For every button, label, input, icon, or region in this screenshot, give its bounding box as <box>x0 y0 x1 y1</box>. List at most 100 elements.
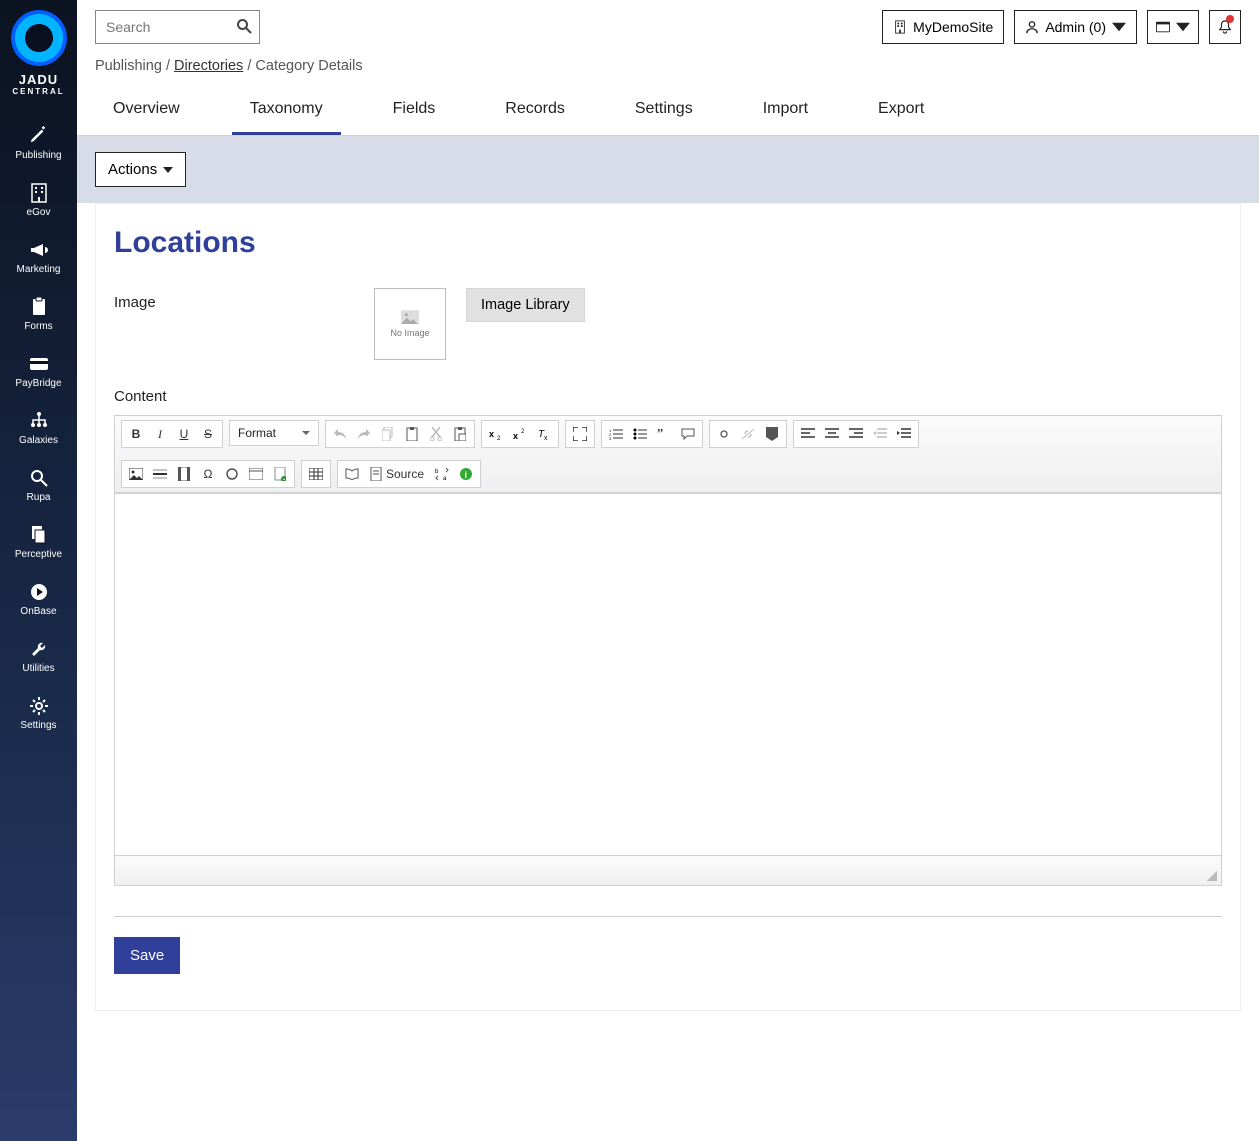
special-char-button[interactable]: Ω <box>196 463 220 485</box>
image-library-button[interactable]: Image Library <box>466 288 585 322</box>
sidebar-item-onbase[interactable]: OnBase <box>0 570 77 627</box>
tab-fields[interactable]: Fields <box>375 88 454 135</box>
iframe-button[interactable] <box>244 463 268 485</box>
align-left-button[interactable] <box>796 423 820 445</box>
logo <box>11 10 67 66</box>
info-button[interactable]: i <box>454 463 478 485</box>
sidebar-item-egov[interactable]: eGov <box>0 171 77 228</box>
bold-button[interactable]: B <box>124 423 148 445</box>
sidebar-item-settings[interactable]: Settings <box>0 684 77 741</box>
paste-button[interactable] <box>400 423 424 445</box>
sidebar-item-paybridge[interactable]: PayBridge <box>0 342 77 399</box>
source-icon <box>370 467 382 481</box>
undo-button[interactable] <box>328 423 352 445</box>
actions-bar: Actions <box>77 136 1259 203</box>
align-center-button[interactable] <box>820 423 844 445</box>
sidebar-item-perceptive[interactable]: Perceptive <box>0 513 77 570</box>
sidebar-item-label: Publishing <box>15 150 61 161</box>
wrench-icon <box>29 639 49 659</box>
underline-button[interactable]: U <box>172 423 196 445</box>
format-select[interactable]: Format <box>229 420 319 446</box>
format-label: Format <box>238 426 276 440</box>
user-menu-button[interactable]: Admin (0) <box>1014 10 1137 44</box>
sidebar-item-marketing[interactable]: Marketing <box>0 228 77 285</box>
svg-text:2: 2 <box>521 429 525 435</box>
sidebar-item-utilities[interactable]: Utilities <box>0 627 77 684</box>
no-image-icon <box>401 310 419 324</box>
sidebar-item-forms[interactable]: Forms <box>0 285 77 342</box>
apps-menu-button[interactable] <box>1147 10 1199 44</box>
building-icon <box>893 20 907 34</box>
image-button[interactable] <box>124 463 148 485</box>
link-button[interactable] <box>712 423 736 445</box>
hr-button[interactable] <box>148 463 172 485</box>
sidebar-item-label: Rupa <box>27 492 51 503</box>
editor-content-area[interactable] <box>115 493 1221 855</box>
tab-records[interactable]: Records <box>487 88 583 135</box>
svg-text:3: 3 <box>609 436 612 440</box>
strike-button[interactable]: S <box>196 423 220 445</box>
sidebar-item-label: Galaxies <box>19 435 58 446</box>
sidebar-item-label: Settings <box>20 720 56 731</box>
search-wrap <box>95 10 260 44</box>
svg-text:”: ” <box>657 428 663 440</box>
main: MyDemoSite Admin (0) Publishing / Direct… <box>77 0 1259 1141</box>
page-button[interactable]: + <box>268 463 292 485</box>
subscript-button[interactable]: x2 <box>484 423 508 445</box>
sidebar-item-label: Utilities <box>22 663 54 674</box>
remove-format-button[interactable]: Tx <box>532 423 556 445</box>
source-button[interactable]: Source <box>364 463 430 485</box>
site-switcher-button[interactable]: MyDemoSite <box>882 10 1004 44</box>
numbered-list-button[interactable]: 123 <box>604 423 628 445</box>
content-panel: Locations Image No Image Image Library C… <box>95 203 1241 1011</box>
bullet-list-button[interactable] <box>628 423 652 445</box>
crumb-directories[interactable]: Directories <box>174 58 243 74</box>
swap-button[interactable]: ba <box>430 463 454 485</box>
building-icon <box>29 183 49 203</box>
paste-text-button[interactable] <box>448 423 472 445</box>
editor-toolbar: B I U S Format <box>115 416 1221 493</box>
cut-button[interactable] <box>424 423 448 445</box>
sidebar-item-rupa[interactable]: Rupa <box>0 456 77 513</box>
tab-import[interactable]: Import <box>745 88 826 135</box>
resize-grip[interactable] <box>1207 871 1217 881</box>
maximize-button[interactable] <box>568 423 592 445</box>
svg-text:+: + <box>283 477 286 481</box>
tab-export[interactable]: Export <box>860 88 942 135</box>
table-button[interactable] <box>304 463 328 485</box>
save-button[interactable]: Save <box>114 937 180 974</box>
blockquote-button[interactable]: ” <box>652 423 676 445</box>
search-icon <box>29 468 49 488</box>
indent-button[interactable] <box>892 423 916 445</box>
notifications-button[interactable] <box>1209 10 1241 44</box>
sidebar-item-galaxies[interactable]: Galaxies <box>0 399 77 456</box>
superscript-button[interactable]: x2 <box>508 423 532 445</box>
window-icon <box>1156 20 1170 34</box>
brand-name: JADU CENTRAL <box>12 72 64 96</box>
book-button[interactable] <box>340 463 364 485</box>
copy-button[interactable] <box>376 423 400 445</box>
circle-button[interactable] <box>220 463 244 485</box>
sidebar-item-label: Forms <box>24 321 52 332</box>
anchor-button[interactable] <box>760 423 784 445</box>
search-icon[interactable] <box>236 18 252 34</box>
gear-icon <box>29 696 49 716</box>
redo-button[interactable] <box>352 423 376 445</box>
svg-text:x: x <box>544 435 548 441</box>
sidebar-item-publishing[interactable]: Publishing <box>0 114 77 171</box>
outdent-button[interactable] <box>868 423 892 445</box>
comment-button[interactable] <box>676 423 700 445</box>
svg-text:x: x <box>513 431 518 440</box>
sidebar-item-label: eGov <box>27 207 51 218</box>
unlink-button[interactable] <box>736 423 760 445</box>
actions-dropdown-button[interactable]: Actions <box>95 152 186 187</box>
tab-overview[interactable]: Overview <box>95 88 198 135</box>
rich-text-editor: B I U S Format <box>114 415 1222 886</box>
tab-taxonomy[interactable]: Taxonomy <box>232 88 341 135</box>
media-button[interactable] <box>172 463 196 485</box>
bullhorn-icon <box>29 240 49 260</box>
italic-button[interactable]: I <box>148 423 172 445</box>
tab-settings[interactable]: Settings <box>617 88 711 135</box>
sidebar-item-label: Perceptive <box>15 549 62 560</box>
align-right-button[interactable] <box>844 423 868 445</box>
